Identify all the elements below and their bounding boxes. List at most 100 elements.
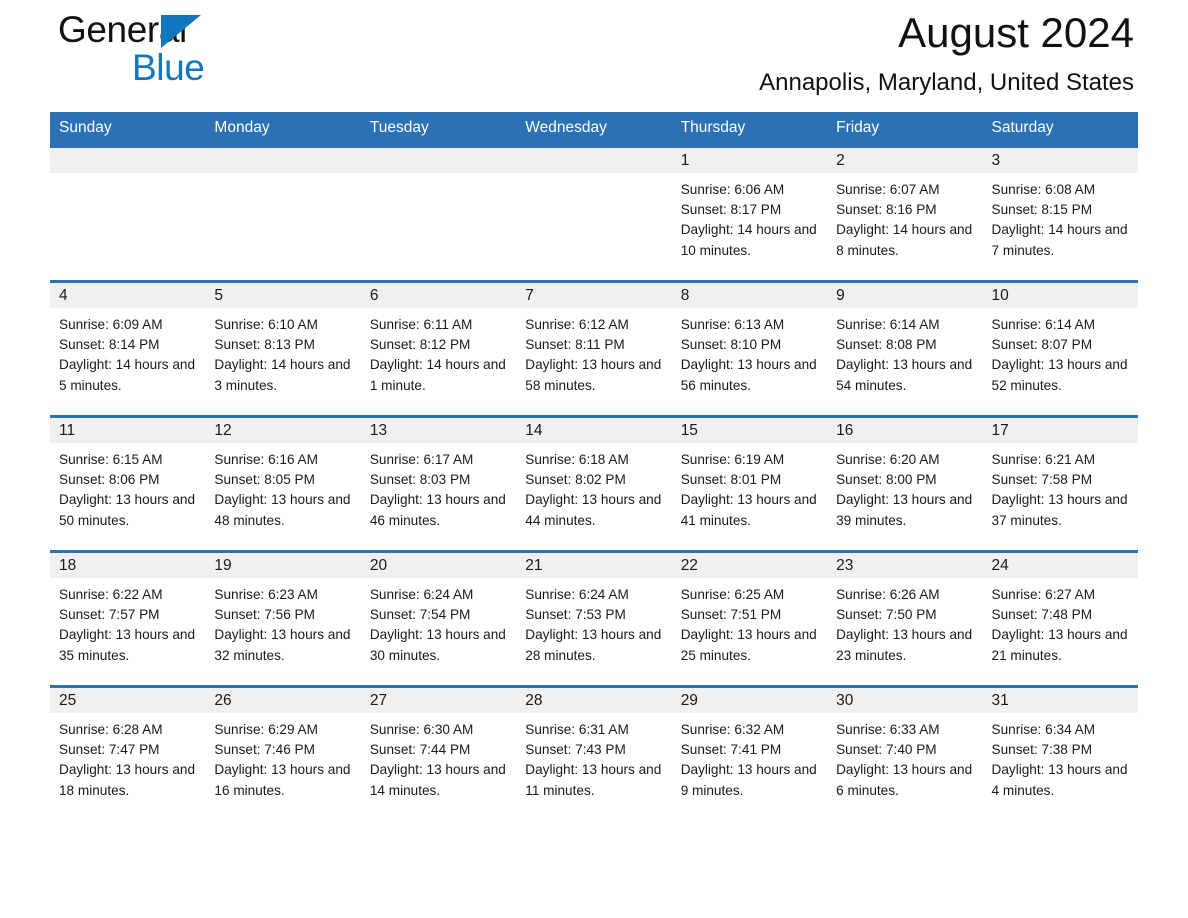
calendar-day-cell[interactable]: 24 Sunrise: 6:27 AM Sunset: 7:48 PM Dayligh…	[982, 550, 1138, 687]
calendar-day-cell[interactable]: 17 Sunrise: 6:21 AM Sunset: 7:58 PM Dayligh…	[982, 415, 1138, 552]
day-number: 23	[827, 553, 983, 578]
daylight-text: Daylight: 13 hours and 52 minutes.	[991, 357, 1128, 393]
sunrise-text: Sunrise: 6:21 AM	[991, 452, 1096, 467]
sunset-text: Sunset: 8:02 PM	[525, 472, 626, 488]
calendar-day-cell[interactable]: 15 Sunrise: 6:19 AM Sunset: 8:01 PM Dayligh…	[671, 415, 828, 552]
calendar-day-cell[interactable]: 8 Sunrise: 6:13 AM Sunset: 8:10 PM Daylight…	[671, 280, 828, 417]
calendar-day-cell[interactable]: 28 Sunrise: 6:31 AM Sunset: 7:43 PM Dayligh…	[516, 685, 672, 820]
day-details: Sunrise: 6:33 AM Sunset: 7:40 PM Daylight:…	[827, 713, 982, 801]
daylight-text: Daylight: 13 hours and 46 minutes.	[369, 492, 506, 528]
daylight-text: Daylight: 13 hours and 44 minutes.	[525, 492, 662, 528]
day-details: Sunrise: 6:17 AM Sunset: 8:03 PM Daylight:…	[361, 443, 516, 531]
sunset-text: Sunset: 7:40 PM	[836, 742, 937, 758]
daylight-text: Daylight: 13 hours and 23 minutes.	[836, 627, 973, 663]
daylight-text: Daylight: 13 hours and 6 minutes.	[836, 762, 973, 798]
daylight-text: Daylight: 13 hours and 50 minutes.	[59, 492, 196, 528]
calendar-day-cell[interactable]: 29 Sunrise: 6:32 AM Sunset: 7:41 PM Dayligh…	[671, 685, 828, 820]
sunrise-text: Sunrise: 6:26 AM	[836, 587, 940, 602]
calendar-day-cell-empty	[50, 145, 206, 282]
sunset-text: Sunset: 8:13 PM	[214, 337, 315, 353]
calendar-day-cell[interactable]: 31 Sunrise: 6:34 AM Sunset: 7:38 PM Dayligh…	[982, 685, 1138, 820]
sunset-text: Sunset: 7:41 PM	[680, 742, 782, 758]
day-details: Sunrise: 6:31 AM Sunset: 7:43 PM Daylight:…	[516, 713, 671, 801]
sunrise-text: Sunrise: 6:22 AM	[59, 587, 163, 602]
calendar-day-cell[interactable]: 25 Sunrise: 6:28 AM Sunset: 7:47 PM Dayligh…	[50, 685, 206, 820]
sunrise-text: Sunrise: 6:32 AM	[680, 722, 785, 737]
calendar-day-cell[interactable]: 27 Sunrise: 6:30 AM Sunset: 7:44 PM Dayligh…	[360, 685, 517, 820]
daylight-text: Daylight: 13 hours and 18 minutes.	[59, 762, 196, 798]
sunset-text: Sunset: 7:48 PM	[991, 607, 1093, 623]
day-number: 1	[671, 148, 828, 173]
day-number	[360, 148, 517, 173]
day-details: Sunrise: 6:16 AM Sunset: 8:05 PM Daylight:…	[205, 443, 360, 531]
sunrise-text: Sunrise: 6:30 AM	[369, 722, 474, 737]
sunrise-text: Sunrise: 6:31 AM	[525, 722, 629, 737]
sunrise-text: Sunrise: 6:14 AM	[991, 317, 1096, 332]
sunrise-text: Sunrise: 6:15 AM	[59, 452, 163, 467]
daylight-text: Daylight: 13 hours and 11 minutes.	[525, 762, 662, 798]
calendar-week-row: 1 Sunrise: 6:06 AM Sunset: 8:17 PM Daylight…	[50, 145, 1138, 282]
daylight-text: Daylight: 13 hours and 25 minutes.	[680, 627, 817, 663]
day-details: Sunrise: 6:34 AM Sunset: 7:38 PM Daylight:…	[983, 713, 1138, 801]
day-number: 17	[982, 418, 1138, 443]
day-details: Sunrise: 6:26 AM Sunset: 7:50 PM Daylight:…	[827, 578, 982, 666]
day-details: Sunrise: 6:15 AM Sunset: 8:06 PM Daylight:…	[50, 443, 205, 531]
calendar-day-cell[interactable]: 10 Sunrise: 6:14 AM Sunset: 8:07 PM Dayligh…	[982, 280, 1138, 417]
sunset-text: Sunset: 8:03 PM	[369, 472, 471, 488]
calendar-day-cell[interactable]: 22 Sunrise: 6:25 AM Sunset: 7:51 PM Dayligh…	[671, 550, 828, 687]
sunrise-text: Sunrise: 6:19 AM	[680, 452, 785, 467]
weekday-header-thursday: Thursday	[671, 112, 828, 147]
calendar-day-cell[interactable]: 23 Sunrise: 6:26 AM Sunset: 7:50 PM Dayligh…	[827, 550, 983, 687]
sunset-text: Sunset: 7:50 PM	[836, 607, 937, 623]
sunrise-text: Sunrise: 6:33 AM	[836, 722, 940, 737]
calendar-day-cell[interactable]: 9 Sunrise: 6:14 AM Sunset: 8:08 PM Daylight…	[827, 280, 983, 417]
calendar-day-cell[interactable]: 18 Sunrise: 6:22 AM Sunset: 7:57 PM Dayligh…	[50, 550, 206, 687]
calendar-day-cell[interactable]: 6 Sunrise: 6:11 AM Sunset: 8:12 PM Daylight…	[360, 280, 517, 417]
sunrise-text: Sunrise: 6:25 AM	[680, 587, 785, 602]
calendar-day-cell[interactable]: 14 Sunrise: 6:18 AM Sunset: 8:02 PM Dayligh…	[516, 415, 672, 552]
day-number: 7	[516, 283, 672, 308]
day-details: Sunrise: 6:18 AM Sunset: 8:02 PM Daylight:…	[516, 443, 671, 531]
sunrise-text: Sunrise: 6:24 AM	[369, 587, 474, 602]
calendar-day-cell[interactable]: 1 Sunrise: 6:06 AM Sunset: 8:17 PM Daylight…	[671, 145, 828, 282]
calendar-day-cell[interactable]: 13 Sunrise: 6:17 AM Sunset: 8:03 PM Dayligh…	[360, 415, 517, 552]
generalblue-logo[interactable]: General Blue	[58, 10, 308, 96]
sunset-text: Sunset: 8:10 PM	[680, 337, 782, 353]
calendar-day-cell[interactable]: 7 Sunrise: 6:12 AM Sunset: 8:11 PM Daylight…	[516, 280, 672, 417]
sunset-text: Sunset: 7:47 PM	[59, 742, 160, 758]
daylight-text: Daylight: 14 hours and 7 minutes.	[991, 222, 1128, 258]
sunrise-text: Sunrise: 6:20 AM	[836, 452, 940, 467]
sunset-text: Sunset: 7:57 PM	[59, 607, 160, 623]
day-details: Sunrise: 6:23 AM Sunset: 7:56 PM Daylight:…	[205, 578, 360, 666]
day-number: 25	[50, 688, 206, 713]
calendar-day-cell[interactable]: 19 Sunrise: 6:23 AM Sunset: 7:56 PM Dayligh…	[205, 550, 361, 687]
calendar-day-cell[interactable]: 30 Sunrise: 6:33 AM Sunset: 7:40 PM Dayligh…	[827, 685, 983, 820]
day-details: Sunrise: 6:20 AM Sunset: 8:00 PM Daylight:…	[827, 443, 982, 531]
day-details: Sunrise: 6:12 AM Sunset: 8:11 PM Daylight:…	[516, 308, 671, 396]
calendar-day-cell[interactable]: 21 Sunrise: 6:24 AM Sunset: 7:53 PM Dayligh…	[516, 550, 672, 687]
calendar-day-cell[interactable]: 3 Sunrise: 6:08 AM Sunset: 8:15 PM Daylight…	[982, 145, 1138, 282]
daylight-text: Daylight: 13 hours and 56 minutes.	[680, 357, 817, 393]
day-number: 26	[205, 688, 361, 713]
day-number: 9	[827, 283, 983, 308]
daylight-text: Daylight: 13 hours and 41 minutes.	[680, 492, 817, 528]
day-number: 8	[671, 283, 828, 308]
day-number: 10	[982, 283, 1138, 308]
sunrise-text: Sunrise: 6:12 AM	[525, 317, 629, 332]
daylight-text: Daylight: 13 hours and 9 minutes.	[680, 762, 817, 798]
calendar-week-row: 25 Sunrise: 6:28 AM Sunset: 7:47 PM Dayligh…	[50, 685, 1138, 820]
calendar-day-cell[interactable]: 11 Sunrise: 6:15 AM Sunset: 8:06 PM Dayligh…	[50, 415, 206, 552]
calendar-day-cell[interactable]: 2 Sunrise: 6:07 AM Sunset: 8:16 PM Daylight…	[827, 145, 983, 282]
daylight-text: Daylight: 13 hours and 28 minutes.	[525, 627, 662, 663]
day-details: Sunrise: 6:29 AM Sunset: 7:46 PM Daylight:…	[205, 713, 360, 801]
calendar-day-cell[interactable]: 16 Sunrise: 6:20 AM Sunset: 8:00 PM Dayligh…	[827, 415, 983, 552]
title-block: August 2024 Annapolis, Maryland, United …	[759, 6, 1134, 100]
calendar-day-cell[interactable]: 12 Sunrise: 6:16 AM Sunset: 8:05 PM Dayligh…	[205, 415, 361, 552]
calendar-page: General Blue August 2024 Annapolis, Mary…	[0, 0, 1188, 918]
calendar-day-cell[interactable]: 5 Sunrise: 6:10 AM Sunset: 8:13 PM Daylight…	[205, 280, 361, 417]
sunrise-text: Sunrise: 6:08 AM	[991, 182, 1096, 197]
calendar-day-cell[interactable]: 4 Sunrise: 6:09 AM Sunset: 8:14 PM Daylight…	[50, 280, 206, 417]
daylight-text: Daylight: 13 hours and 35 minutes.	[59, 627, 196, 663]
calendar-day-cell[interactable]: 20 Sunrise: 6:24 AM Sunset: 7:54 PM Dayligh…	[360, 550, 517, 687]
calendar-day-cell[interactable]: 26 Sunrise: 6:29 AM Sunset: 7:46 PM Dayligh…	[205, 685, 361, 820]
